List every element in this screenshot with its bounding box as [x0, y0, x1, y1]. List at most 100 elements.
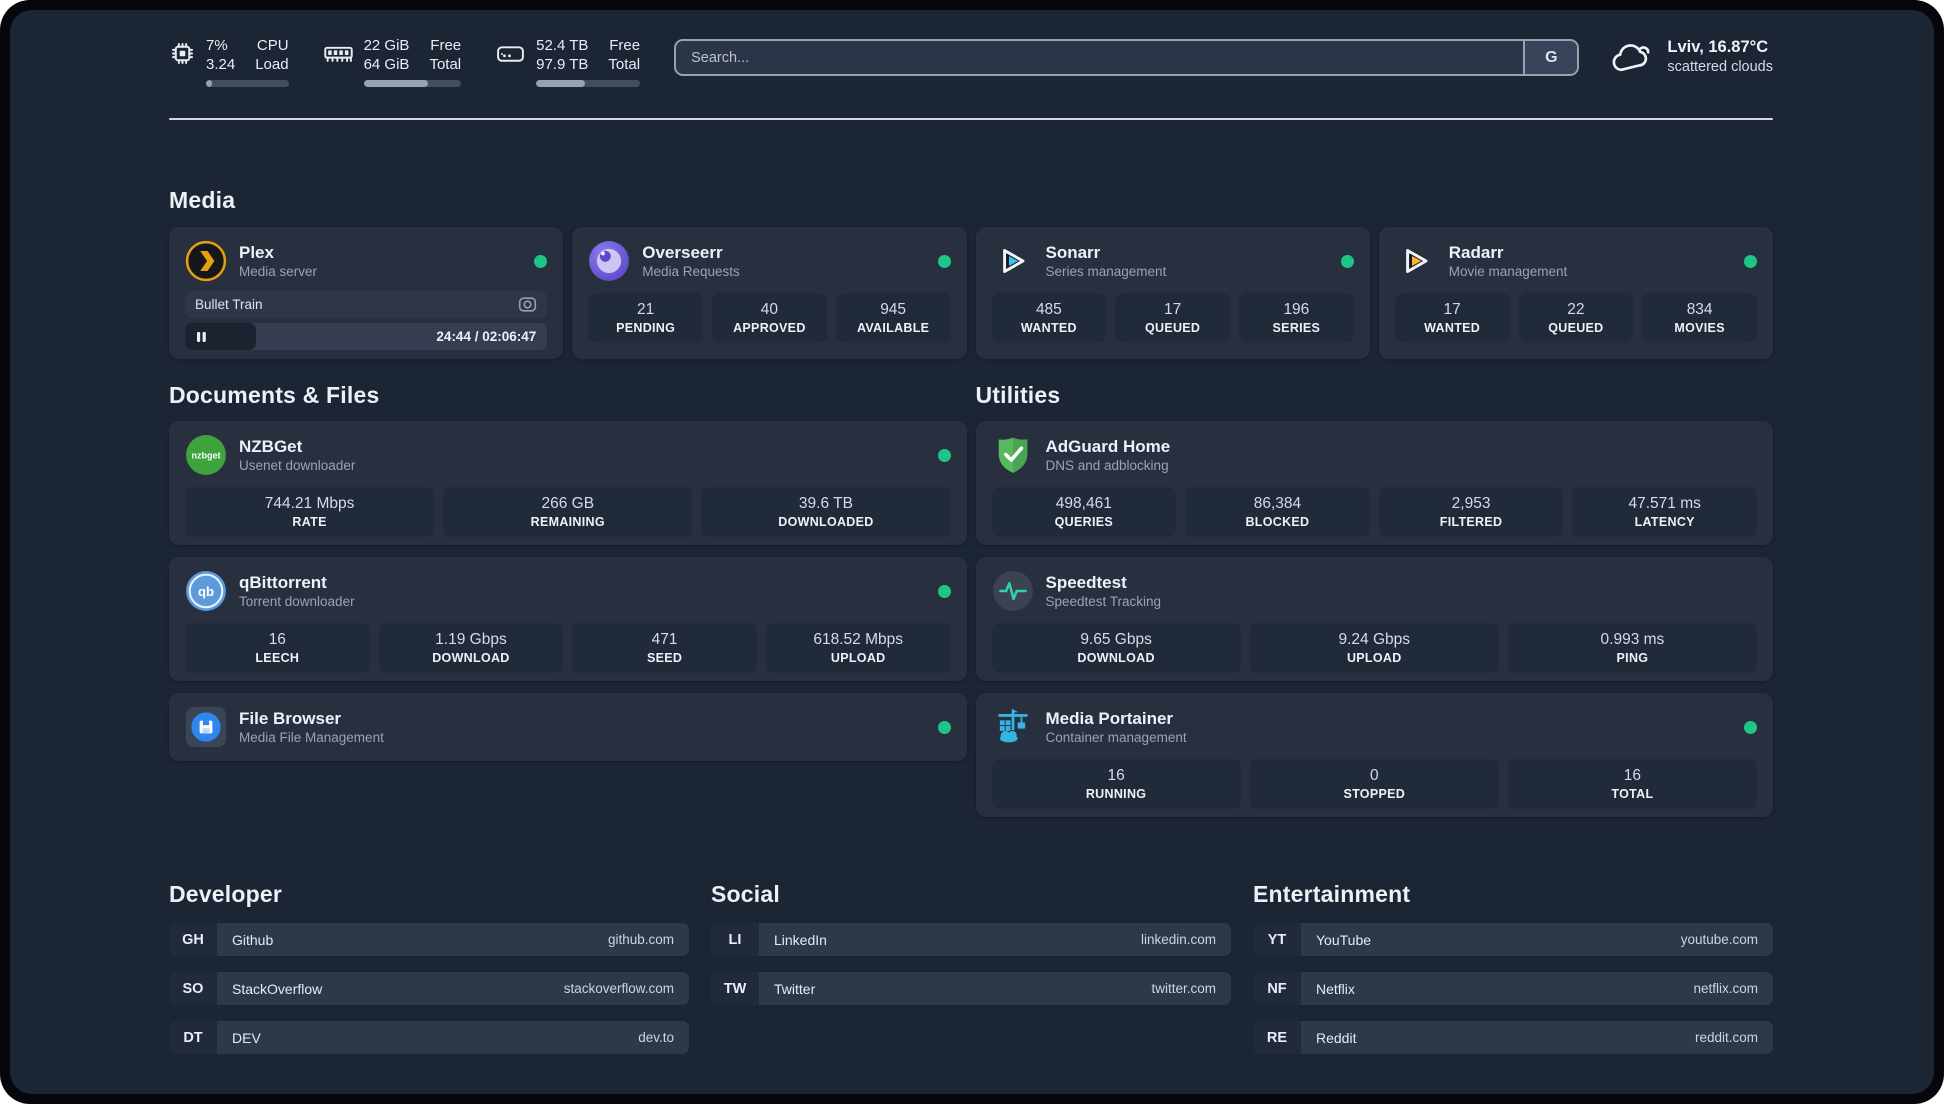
- svg-text:nzbget: nzbget: [191, 451, 220, 461]
- header-divider: [169, 118, 1773, 120]
- search-input[interactable]: [676, 41, 1524, 74]
- playback-progress-fill: [185, 323, 256, 350]
- bookmark-url: youtube.com: [1680, 932, 1758, 947]
- app-card-overseerr[interactable]: Overseerr Media Requests 21 PENDING 40 A…: [572, 227, 967, 359]
- stat-total: 16 TOTAL: [1507, 759, 1758, 809]
- bookmark-reddit[interactable]: RE Reddit reddit.com: [1253, 1021, 1773, 1054]
- bookmark-name: Twitter: [774, 980, 816, 997]
- app-name: AdGuard Home: [1045, 437, 1171, 456]
- bookmark-url: github.com: [607, 932, 674, 947]
- bookmark-abbr: NF: [1253, 972, 1301, 1005]
- now-playing-title: Bullet Train: [195, 297, 263, 312]
- app-description: Media server: [239, 264, 318, 279]
- storage-metric: 52.4 TB 97.9 TB Free Total: [495, 36, 641, 87]
- status-online-dot: [937, 254, 951, 268]
- qbittorrent-icon: qb: [186, 571, 226, 611]
- cpu-usage-value: 7%: [206, 37, 228, 54]
- bookmark-url: reddit.com: [1694, 1030, 1758, 1045]
- status-online-dot: [534, 254, 548, 268]
- bookmark-name: Reddit: [1316, 1029, 1357, 1046]
- app-name: Overseerr: [642, 243, 723, 262]
- cpu-icon: [171, 42, 194, 65]
- bookmark-netflix[interactable]: NF Netflix netflix.com: [1253, 972, 1773, 1005]
- section-title-entertainment: Entertainment: [1253, 881, 1411, 907]
- status-online-dot: [937, 720, 951, 734]
- stat-blocked: 86,384 BLOCKED: [1185, 487, 1370, 537]
- status-online-dot: [1340, 254, 1354, 268]
- memory-total-value: 64 GiB: [363, 56, 410, 73]
- memory-free-value: 22 GiB: [363, 37, 410, 54]
- memory-free-label: Free: [430, 37, 462, 54]
- overseerr-icon: [589, 241, 630, 281]
- app-card-portainer[interactable]: Media Portainer Container management 16 …: [975, 693, 1773, 817]
- portainer-icon: [997, 708, 1028, 743]
- section-title-social: Social: [711, 881, 780, 907]
- cpu-load-value: 3.24: [206, 56, 236, 73]
- app-card-radarr[interactable]: Radarr Movie management 17 WANTED 22 QUE…: [1378, 227, 1773, 359]
- bookmark-group-entertainment: Entertainment YT YouTube youtube.com NF …: [1253, 880, 1773, 1054]
- weather-location-temp: Lviv, 16.87°C: [1667, 38, 1769, 56]
- svg-text:qb: qb: [198, 584, 214, 599]
- speedtest-icon: [992, 571, 1033, 611]
- stat-remaining: 266 GB REMAINING: [443, 487, 693, 537]
- bookmark-url: dev.to: [638, 1030, 674, 1045]
- section-title-utilities: Utilities: [975, 382, 1061, 408]
- search-bar: G: [674, 39, 1580, 76]
- status-online-dot: [937, 448, 951, 462]
- app-description: Usenet downloader: [239, 458, 356, 473]
- app-card-adguard-home[interactable]: AdGuard Home DNS and adblocking 498,461 …: [975, 421, 1773, 545]
- section-title-media: Media: [169, 187, 236, 213]
- stat-pending: 21 PENDING: [588, 293, 703, 343]
- bookmark-name: Github: [232, 931, 274, 948]
- app-card-plex[interactable]: Plex Media server Bullet Train 24:44 / 0…: [169, 227, 564, 359]
- app-name: Speedtest: [1045, 573, 1127, 592]
- app-card-qbittorrent[interactable]: qb qBittorrent Torrent downloader 16 LEE…: [169, 557, 967, 681]
- bookmark-url: netflix.com: [1693, 981, 1758, 996]
- bookmark-twitter[interactable]: TW Twitter twitter.com: [711, 972, 1231, 1005]
- storage-free-label: Free: [609, 37, 641, 54]
- cpu-label: CPU: [256, 37, 289, 54]
- app-card-speedtest[interactable]: Speedtest Speedtest Tracking 9.65 Gbps D…: [975, 557, 1773, 681]
- nzbget-icon: nzbget: [186, 435, 226, 475]
- bookmark-linkedin[interactable]: LI LinkedIn linkedin.com: [711, 923, 1231, 956]
- stat-upload: 9.24 Gbps UPLOAD: [1249, 623, 1499, 673]
- stat-download: 1.19 Gbps DOWNLOAD: [378, 623, 564, 673]
- stat-seed: 471 SEED: [572, 623, 757, 673]
- bookmark-group-developer: Developer GH Github github.com SO StackO…: [169, 880, 689, 1054]
- stat-queued: 22 QUEUED: [1518, 293, 1634, 343]
- dashboard: 7% 3.24 CPU Load 22 GiB 64 GiB Free Tota…: [10, 10, 1934, 1094]
- stat-queries: 498,461 QUERIES: [991, 487, 1177, 537]
- bookmark-stackoverflow[interactable]: SO StackOverflow stackoverflow.com: [169, 972, 689, 1005]
- memory-progress-fill: [363, 80, 428, 87]
- window-frame: 7% 3.24 CPU Load 22 GiB 64 GiB Free Tota…: [0, 0, 1944, 1104]
- app-card-sonarr[interactable]: Sonarr Series management 485 WANTED 17 Q…: [975, 227, 1370, 359]
- app-description: Media File Management: [239, 730, 384, 745]
- cpu-progress-track: [206, 80, 289, 87]
- stat-upload: 618.52 Mbps UPLOAD: [765, 623, 951, 673]
- app-name: File Browser: [239, 709, 342, 728]
- bookmark-dev[interactable]: DT DEV dev.to: [169, 1021, 689, 1054]
- stat-filtered: 2,953 FILTERED: [1378, 487, 1564, 537]
- bookmark-youtube[interactable]: YT YouTube youtube.com: [1253, 923, 1773, 956]
- cloud-icon: [1613, 43, 1650, 71]
- plex-icon: [185, 240, 227, 282]
- section-title-developer: Developer: [169, 881, 283, 907]
- bookmark-name: Netflix: [1316, 980, 1355, 997]
- app-description: Movie management: [1448, 264, 1568, 279]
- app-card-nzbget[interactable]: nzbget NZBGet Usenet downloader 744.21 M…: [169, 421, 967, 545]
- search-engine-button[interactable]: G: [1523, 41, 1578, 74]
- bookmark-abbr: SO: [169, 972, 217, 1005]
- weather-condition: scattered clouds: [1667, 59, 1773, 75]
- app-card-file-browser[interactable]: File Browser Media File Management: [169, 693, 967, 761]
- app-description: Media Requests: [642, 264, 740, 279]
- app-name: qBittorrent: [239, 573, 327, 592]
- bookmark-abbr: GH: [169, 923, 217, 956]
- pause-icon: [197, 331, 206, 342]
- bookmark-name: YouTube: [1316, 931, 1372, 948]
- app-name: Plex: [239, 243, 274, 262]
- memory-progress-track: [363, 80, 462, 87]
- status-online-dot: [937, 584, 951, 598]
- app-name: NZBGet: [239, 437, 303, 456]
- bookmark-github[interactable]: GH Github github.com: [169, 923, 689, 956]
- stat-series: 196 SERIES: [1239, 293, 1354, 343]
